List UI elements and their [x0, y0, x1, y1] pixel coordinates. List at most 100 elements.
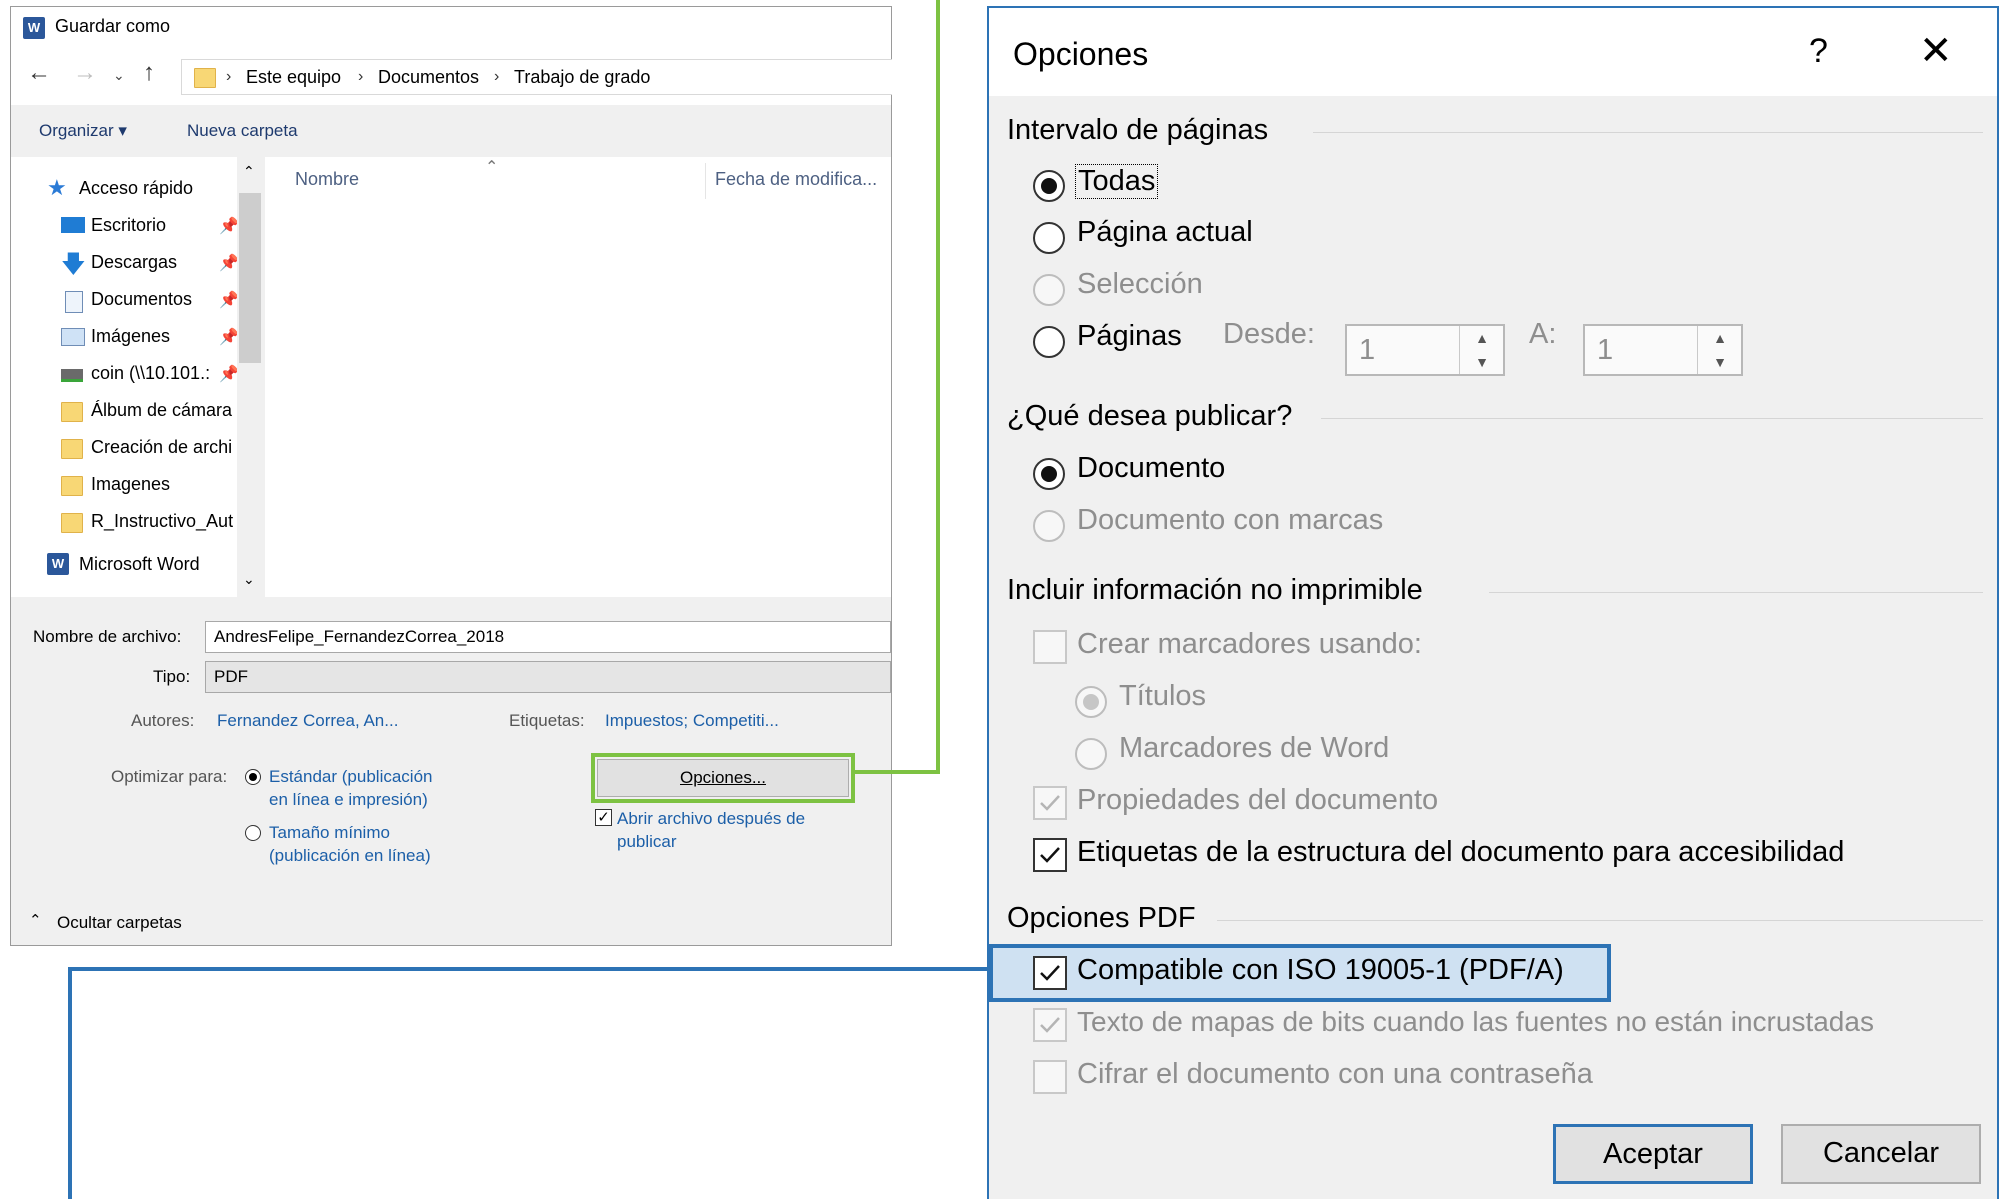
- filename-label: Nombre de archivo:: [33, 627, 182, 646]
- to-value[interactable]: 1: [1597, 334, 1613, 367]
- word-bookmarks-label[interactable]: Marcadores de Word: [1119, 732, 1389, 765]
- all-pages-radio[interactable]: [1033, 170, 1065, 202]
- forward-arrow-icon[interactable]: →: [73, 59, 97, 87]
- optimize-standard-radio[interactable]: [245, 769, 261, 785]
- navigation-pane[interactable]: ★ Acceso rápido Escritorio 📌 🡇 Descargas…: [11, 157, 265, 597]
- open-after-label[interactable]: Abrir archivo después de publicar: [617, 807, 805, 853]
- document-markup-label[interactable]: Documento con marcas: [1077, 504, 1383, 537]
- doc-properties-label[interactable]: Propiedades del documento: [1077, 784, 1438, 817]
- authors-label: Autores:: [131, 711, 195, 730]
- structure-tags-checkbox[interactable]: [1033, 838, 1067, 872]
- bitmap-text-checkbox[interactable]: [1033, 1008, 1067, 1042]
- label-line: Tamaño mínimo: [269, 823, 390, 842]
- nav-item-desktop[interactable]: Escritorio 📌: [11, 208, 251, 244]
- nav-item-camera-roll[interactable]: Álbum de cámara: [11, 393, 251, 429]
- create-bookmarks-label[interactable]: Crear marcadores usando:: [1077, 628, 1422, 661]
- iso-pdfa-label[interactable]: Compatible con ISO 19005-1 (PDF/A): [1077, 954, 1564, 987]
- spinner-arrows: ▲ ▼: [1459, 326, 1504, 374]
- connector-line-blue: [68, 967, 72, 1199]
- optimize-minimum-radio[interactable]: [245, 825, 261, 841]
- breadcrumb-documents[interactable]: Documentos: [378, 67, 479, 88]
- file-type-select[interactable]: PDF: [205, 661, 891, 693]
- breadcrumb-separator-icon: ›: [358, 68, 364, 85]
- save-as-titlebar: W Guardar como: [11, 7, 891, 49]
- spin-up-icon[interactable]: ▲: [1460, 326, 1504, 350]
- filename-input[interactable]: AndresFelipe_FernandezCorrea_2018: [205, 621, 891, 653]
- authors-field[interactable]: Fernandez Correa, An...: [217, 711, 398, 731]
- address-bar-row: ← → ⌄ ↑ › Este equipo › Documentos › Tra…: [11, 49, 892, 105]
- create-bookmarks-checkbox[interactable]: [1033, 630, 1067, 664]
- new-folder-button[interactable]: Nueva carpeta: [187, 121, 298, 141]
- to-spinner[interactable]: 1 ▲ ▼: [1583, 324, 1743, 376]
- back-arrow-icon[interactable]: ←: [27, 59, 51, 87]
- cancel-button[interactable]: Cancelar: [1781, 1124, 1981, 1184]
- connector-line-green: [936, 0, 940, 774]
- selection-radio[interactable]: [1033, 274, 1065, 306]
- column-header-name[interactable]: Nombre: [295, 169, 359, 190]
- from-spinner[interactable]: 1 ▲ ▼: [1345, 324, 1505, 376]
- help-icon[interactable]: ?: [1809, 32, 1828, 71]
- address-bar[interactable]: › Este equipo › Documentos › Trabajo de …: [181, 59, 892, 95]
- folder-icon: [194, 68, 216, 88]
- from-value[interactable]: 1: [1359, 334, 1375, 367]
- nav-item-folder[interactable]: Imagenes: [11, 467, 251, 503]
- word-app-icon: W: [23, 17, 45, 39]
- nav-scrollbar[interactable]: ⌃ ⌄: [237, 157, 265, 597]
- encrypt-label[interactable]: Cifrar el documento con una contraseña: [1077, 1058, 1593, 1091]
- nav-item-pictures[interactable]: Imágenes 📌: [11, 319, 251, 355]
- scroll-up-icon[interactable]: ⌃: [243, 163, 255, 180]
- breadcrumb-this-pc[interactable]: Este equipo: [246, 67, 341, 88]
- hide-folders-button[interactable]: Ocultar carpetas: [57, 913, 182, 933]
- save-as-dialog: W Guardar como ← → ⌄ ↑ › Este equipo › D…: [10, 6, 892, 946]
- tags-field[interactable]: Impuestos; Competiti...: [605, 711, 779, 731]
- document-label[interactable]: Documento: [1077, 452, 1225, 485]
- spin-down-icon[interactable]: ▼: [1698, 350, 1742, 374]
- close-icon[interactable]: ✕: [1919, 28, 1953, 74]
- spin-down-icon[interactable]: ▼: [1460, 350, 1504, 374]
- save-as-title: Guardar como: [55, 16, 171, 36]
- nav-item-microsoft-word[interactable]: W Microsoft Word: [11, 547, 251, 583]
- nav-item-quick-access[interactable]: ★ Acceso rápido: [11, 171, 251, 207]
- pages-radio[interactable]: [1033, 326, 1065, 358]
- options-button[interactable]: Opciones...: [597, 759, 849, 797]
- structure-tags-label[interactable]: Etiquetas de la estructura del documento…: [1077, 836, 1844, 869]
- selection-label[interactable]: Selección: [1077, 268, 1203, 301]
- document-markup-radio[interactable]: [1033, 510, 1065, 542]
- file-list[interactable]: ⌃ Nombre Fecha de modifica...: [265, 157, 891, 597]
- headings-radio[interactable]: [1075, 686, 1107, 718]
- optimize-minimum-label[interactable]: Tamaño mínimo (publicación en línea): [269, 821, 431, 867]
- recent-locations-chevron-icon[interactable]: ⌄: [113, 67, 125, 84]
- headings-label[interactable]: Títulos: [1119, 680, 1206, 713]
- optimize-standard-label[interactable]: Estándar (publicación en línea e impresi…: [269, 765, 432, 811]
- nav-item-folder[interactable]: Creación de archi: [11, 430, 251, 466]
- up-arrow-icon[interactable]: ↑: [143, 59, 155, 87]
- pages-label[interactable]: Páginas: [1077, 320, 1182, 353]
- spin-up-icon[interactable]: ▲: [1698, 326, 1742, 350]
- spinner-arrows: ▲ ▼: [1697, 326, 1742, 374]
- nav-item-downloads[interactable]: 🡇 Descargas 📌: [11, 245, 251, 281]
- doc-properties-checkbox[interactable]: [1033, 786, 1067, 820]
- accept-button[interactable]: Aceptar: [1553, 1124, 1753, 1184]
- word-bookmarks-radio[interactable]: [1075, 738, 1107, 770]
- document-radio[interactable]: [1033, 458, 1065, 490]
- scroll-down-icon[interactable]: ⌄: [243, 571, 255, 588]
- column-divider[interactable]: [705, 163, 706, 199]
- all-pages-label[interactable]: Todas: [1075, 164, 1159, 199]
- current-page-radio[interactable]: [1033, 222, 1065, 254]
- folder-icon: [61, 402, 83, 422]
- connector-line-blue: [68, 967, 989, 971]
- collapse-chevron-icon[interactable]: ⌃: [29, 911, 42, 929]
- scrollbar-thumb[interactable]: [239, 193, 261, 363]
- nav-item-folder[interactable]: R_Instructivo_Aut: [11, 504, 251, 540]
- organize-menu[interactable]: Organizar ▾: [39, 121, 127, 141]
- bitmap-text-label[interactable]: Texto de mapas de bits cuando las fuente…: [1077, 1006, 1874, 1038]
- nav-item-documents[interactable]: Documentos 📌: [11, 282, 251, 318]
- label-line: Abrir archivo después de: [617, 809, 806, 828]
- column-header-modified[interactable]: Fecha de modifica...: [715, 169, 877, 190]
- current-page-label[interactable]: Página actual: [1077, 216, 1253, 249]
- breadcrumb-thesis[interactable]: Trabajo de grado: [514, 67, 650, 88]
- encrypt-checkbox[interactable]: [1033, 1060, 1067, 1094]
- open-after-checkbox[interactable]: ✓: [595, 809, 612, 826]
- nav-item-network-drive[interactable]: coin (\\10.101.: 📌: [11, 356, 251, 392]
- iso-pdfa-checkbox[interactable]: [1033, 956, 1067, 990]
